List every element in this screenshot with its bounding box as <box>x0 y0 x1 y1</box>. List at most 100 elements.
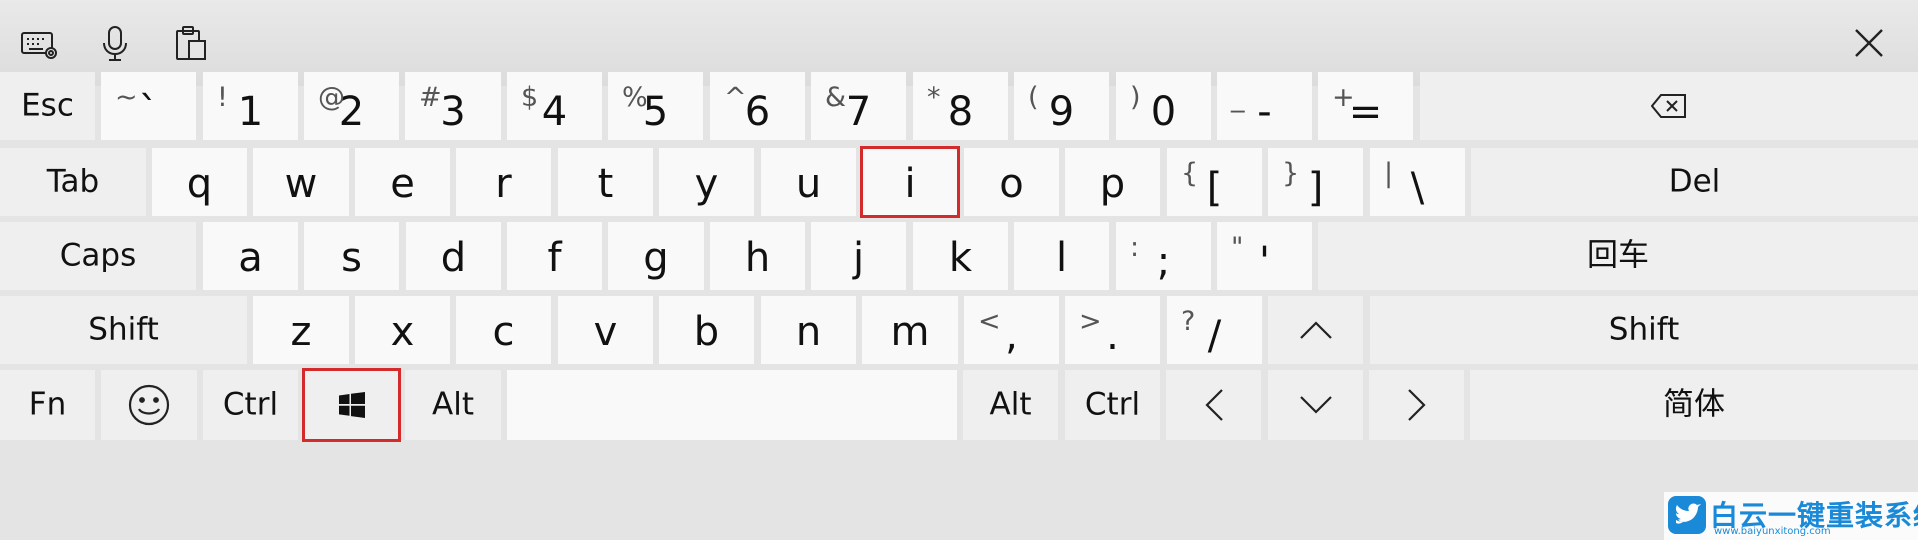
keyboard-settings-icon[interactable] <box>14 18 64 68</box>
key-j[interactable]: j <box>811 222 906 290</box>
key-y[interactable]: y <box>659 148 754 216</box>
key-right[interactable] <box>1369 370 1464 440</box>
key-secondary-char: + <box>1332 82 1355 113</box>
key-shift-right[interactable]: Shift <box>1370 296 1918 364</box>
key-emoji[interactable] <box>101 370 197 440</box>
key-t[interactable]: t <box>558 148 653 216</box>
key-2[interactable]: 2 @ <box>304 72 399 140</box>
key-alt-left[interactable]: Alt <box>405 370 501 440</box>
key-4[interactable]: 4 $ <box>507 72 602 140</box>
key-q[interactable]: q <box>152 148 247 216</box>
key-p[interactable]: p <box>1065 148 1160 216</box>
key-x[interactable]: x <box>355 296 450 364</box>
key-left-bracket[interactable]: [{ <box>1167 148 1262 216</box>
key-comma[interactable]: , < <box>964 296 1059 364</box>
key-w[interactable]: w <box>253 148 349 216</box>
key-period[interactable]: . > <box>1065 296 1160 364</box>
key-slash[interactable]: /? <box>1167 296 1262 364</box>
key-s[interactable]: s <box>304 222 399 290</box>
key-7[interactable]: 7 & <box>811 72 906 140</box>
key-secondary-char: : <box>1130 232 1140 263</box>
key-9[interactable]: 9( <box>1014 72 1109 140</box>
key-ctrl-right[interactable]: Ctrl <box>1065 370 1160 440</box>
key-5[interactable]: 5% <box>608 72 703 140</box>
key-0[interactable]: 0) <box>1116 72 1211 140</box>
key-l[interactable]: l <box>1014 222 1109 290</box>
key-label: 回车 <box>1587 237 1649 274</box>
key-label: Ctrl <box>1084 386 1141 423</box>
key-6[interactable]: 6 ^ <box>710 72 805 140</box>
key-1[interactable]: 1! <box>203 72 298 140</box>
key-backtick[interactable]: ` ~ <box>101 72 196 140</box>
key-main-char: x <box>390 309 415 355</box>
key-secondary-char: < <box>978 306 1001 337</box>
key-z[interactable]: z <box>253 296 349 364</box>
key-secondary-char: | <box>1384 158 1394 189</box>
key-e[interactable]: e <box>355 148 450 216</box>
key-ctrl-left[interactable]: Ctrl <box>203 370 298 440</box>
key-v[interactable]: v <box>558 296 653 364</box>
arrow-up-icon <box>1299 320 1333 340</box>
key-right-bracket[interactable]: ]} <box>1268 148 1363 216</box>
key-esc[interactable]: Esc <box>0 72 95 140</box>
key-del[interactable]: Del <box>1471 148 1918 216</box>
key-minus[interactable]: - _ <box>1217 72 1312 140</box>
close-icon[interactable] <box>1842 16 1896 70</box>
key-secondary-char: & <box>825 82 847 113</box>
key-d[interactable]: d <box>406 222 501 290</box>
key-main-char: w <box>284 161 318 207</box>
key-main-char: p <box>1099 161 1126 207</box>
key-up[interactable] <box>1268 296 1363 364</box>
key-left[interactable] <box>1166 370 1261 440</box>
key-main-char: f <box>547 235 562 281</box>
key-down[interactable] <box>1268 370 1363 440</box>
key-3[interactable]: 3 # <box>405 72 501 140</box>
key-alt-right[interactable]: Alt <box>963 370 1058 440</box>
key-r[interactable]: r <box>456 148 551 216</box>
key-shift-left[interactable]: Shift <box>0 296 247 364</box>
key-main-char: i <box>904 161 916 207</box>
key-secondary-char: % <box>622 82 648 113</box>
key-b[interactable]: b <box>659 296 754 364</box>
key-semicolon[interactable]: ;: <box>1116 222 1211 290</box>
clipboard-icon[interactable] <box>166 18 216 68</box>
key-u[interactable]: u <box>761 148 856 216</box>
key-label: Shift <box>1608 311 1680 348</box>
arrow-right-icon <box>1407 388 1427 422</box>
key-main-char: b <box>693 309 720 355</box>
key-secondary-char: _ <box>1231 82 1245 113</box>
bird-logo-icon <box>1668 496 1706 534</box>
key-label: Shift <box>88 311 159 348</box>
key-c[interactable]: c <box>456 296 551 364</box>
key-backslash[interactable]: \ | <box>1370 148 1465 216</box>
key-label: Tab <box>46 163 100 200</box>
key-a[interactable]: a <box>203 222 298 290</box>
key-main-char: y <box>694 161 719 207</box>
key-enter[interactable]: 回车 <box>1318 222 1918 290</box>
key-quote[interactable]: ' " <box>1217 222 1312 290</box>
key-label: Caps <box>59 237 137 274</box>
key-lang[interactable]: 简体 <box>1470 370 1918 440</box>
key-m[interactable]: m <box>862 296 958 364</box>
key-tab[interactable]: Tab <box>0 148 146 216</box>
key-caps[interactable]: Caps <box>0 222 196 290</box>
key-f[interactable]: f <box>507 222 602 290</box>
key-8[interactable]: 8 * <box>913 72 1008 140</box>
key-fn[interactable]: Fn <box>0 370 95 440</box>
key-main-char: l <box>1055 235 1068 281</box>
key-h[interactable]: h <box>710 222 805 290</box>
key-backspace[interactable] <box>1420 72 1918 140</box>
key-o[interactable]: o <box>964 148 1059 216</box>
key-k[interactable]: k <box>913 222 1008 290</box>
windows-icon <box>338 392 365 418</box>
key-space[interactable] <box>507 370 957 440</box>
key-n[interactable]: n <box>761 296 856 364</box>
microphone-icon[interactable] <box>90 18 140 68</box>
key-secondary-char: ~ <box>115 82 138 113</box>
key-equals[interactable]: = + <box>1318 72 1413 140</box>
key-windows[interactable] <box>304 370 399 440</box>
key-secondary-char: ( <box>1028 82 1039 113</box>
key-g[interactable]: g <box>608 222 704 290</box>
key-i[interactable]: i <box>862 148 958 216</box>
key-label: Del <box>1668 163 1721 200</box>
